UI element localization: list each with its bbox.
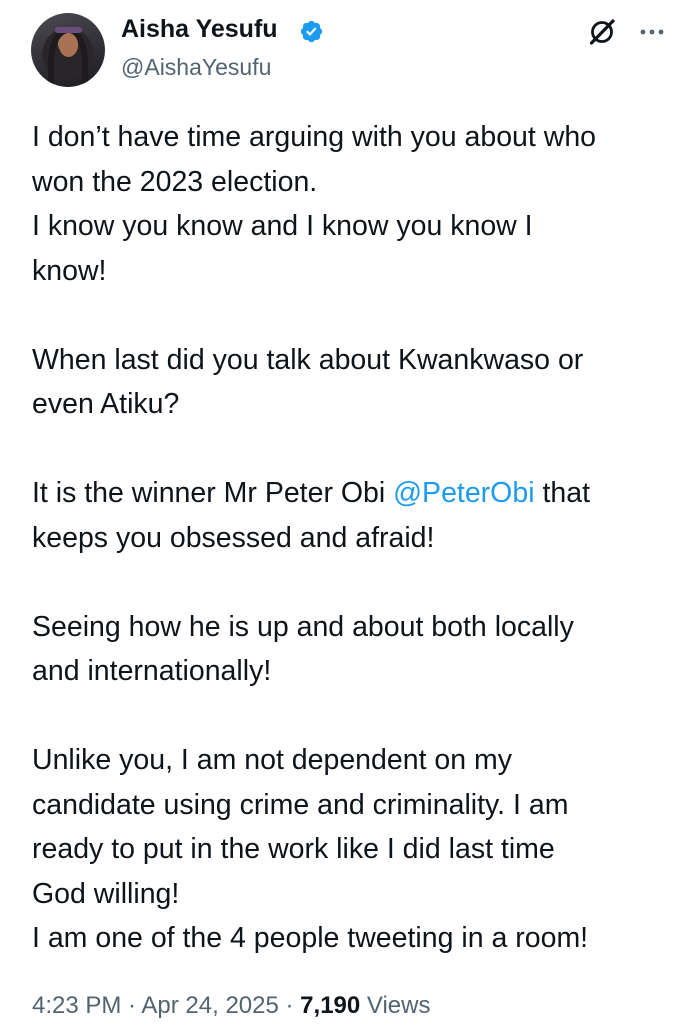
tweet-line: even Atiku? <box>32 388 180 420</box>
tweet-line: I know you know and I know you know I <box>32 210 533 242</box>
tweet-line: candidate using crime and criminality. I… <box>32 788 569 821</box>
more-icon[interactable] <box>640 28 664 36</box>
tweet-line: God willing! <box>32 877 180 910</box>
tweet-line: I don’t have time arguing with you about… <box>32 121 597 153</box>
tweet-line: Seeing how he is up and about both local… <box>32 610 574 643</box>
views-count[interactable]: 7,190 <box>300 992 360 1019</box>
tweet-line: won the 2023 election. <box>32 165 318 198</box>
tweet-time[interactable]: 4:23 PM <box>32 992 121 1019</box>
mention-link[interactable]: @PeterObi <box>393 477 534 509</box>
tweet-line: ready to put in the work like I did last… <box>32 833 555 865</box>
tweet-meta: 4:23 PM · Apr 24, 2025 · 7,190 Views <box>32 990 431 1022</box>
tweet-text-segment: It is the winner Mr Peter Obi <box>32 477 394 509</box>
tweet-line: keeps you obsessed and afraid! <box>32 521 435 554</box>
tweet-date[interactable]: Apr 24, 2025 <box>141 992 278 1019</box>
avatar[interactable] <box>31 13 105 87</box>
meta-separator: · <box>278 992 301 1019</box>
verified-badge-icon <box>300 20 323 43</box>
avatar-headband <box>55 27 82 33</box>
tweet-text: I don’t have time arguing with you about… <box>32 115 682 961</box>
tweet-line: and internationally! <box>32 655 272 687</box>
tweet-line: know! <box>32 254 107 287</box>
meta-separator: · <box>121 992 142 1019</box>
tweet-line: It is the winner Mr Peter Obi @PeterObi … <box>32 471 682 516</box>
views-label: Views <box>360 992 431 1019</box>
avatar-face <box>59 33 78 57</box>
author-handle[interactable]: @AishaYesufu <box>121 52 271 82</box>
tweet-text-segment: that <box>534 477 590 509</box>
tweet-line: I am one of the 4 people tweeting in a r… <box>32 922 589 954</box>
author-name[interactable]: Aisha Yesufu <box>121 14 278 44</box>
grok-icon[interactable] <box>588 18 616 46</box>
tweet-line: When last did you talk about Kwankwaso o… <box>32 343 584 376</box>
tweet-line: Unlike you, I am not dependent on my <box>32 744 513 776</box>
